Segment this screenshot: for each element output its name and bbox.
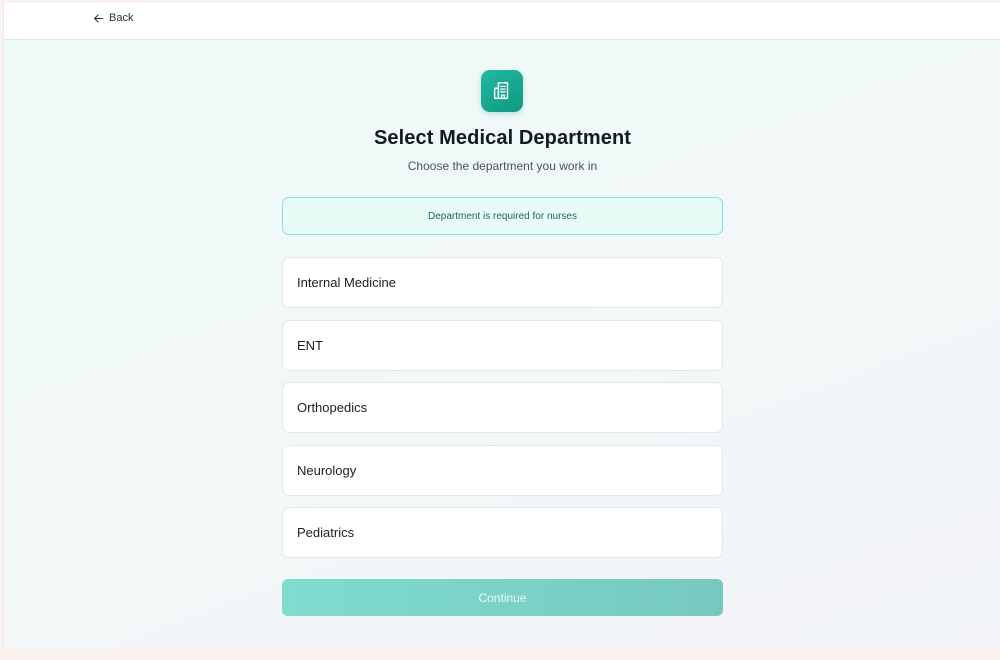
department-label: Neurology bbox=[297, 462, 357, 478]
page-title: Select Medical Department bbox=[373, 127, 632, 149]
top-bar: Back bbox=[4, 3, 1000, 40]
arrow-left-icon bbox=[93, 13, 104, 24]
back-button[interactable]: Back bbox=[93, 12, 133, 24]
department-label: ENT bbox=[297, 337, 323, 353]
department-option-orthopedics[interactable]: Orthopedics bbox=[282, 382, 723, 433]
department-label: Orthopedics bbox=[297, 400, 368, 415]
department-option-internal-medicine[interactable]: Internal Medicine bbox=[282, 257, 723, 308]
hospital-icon bbox=[481, 70, 523, 112]
required-notice: Department is required for nurses bbox=[282, 197, 723, 235]
department-list: Internal Medicine ENT Orthopedics Neurol… bbox=[282, 257, 723, 570]
department-label: Pediatrics bbox=[297, 525, 355, 540]
department-option-pediatrics[interactable]: Pediatrics bbox=[282, 507, 723, 558]
department-label: Internal Medicine bbox=[297, 275, 396, 290]
continue-button[interactable]: Continue bbox=[282, 579, 723, 616]
page-subtitle: Choose the department you work in bbox=[407, 159, 598, 173]
notice-text: Department is required for nurses bbox=[428, 210, 577, 222]
department-option-ent[interactable]: ENT bbox=[282, 319, 723, 371]
department-option-neurology[interactable]: Neurology bbox=[282, 444, 723, 496]
back-label: Back bbox=[109, 12, 134, 24]
app-frame: Back Select Medical Department Choose th… bbox=[3, 3, 1000, 648]
